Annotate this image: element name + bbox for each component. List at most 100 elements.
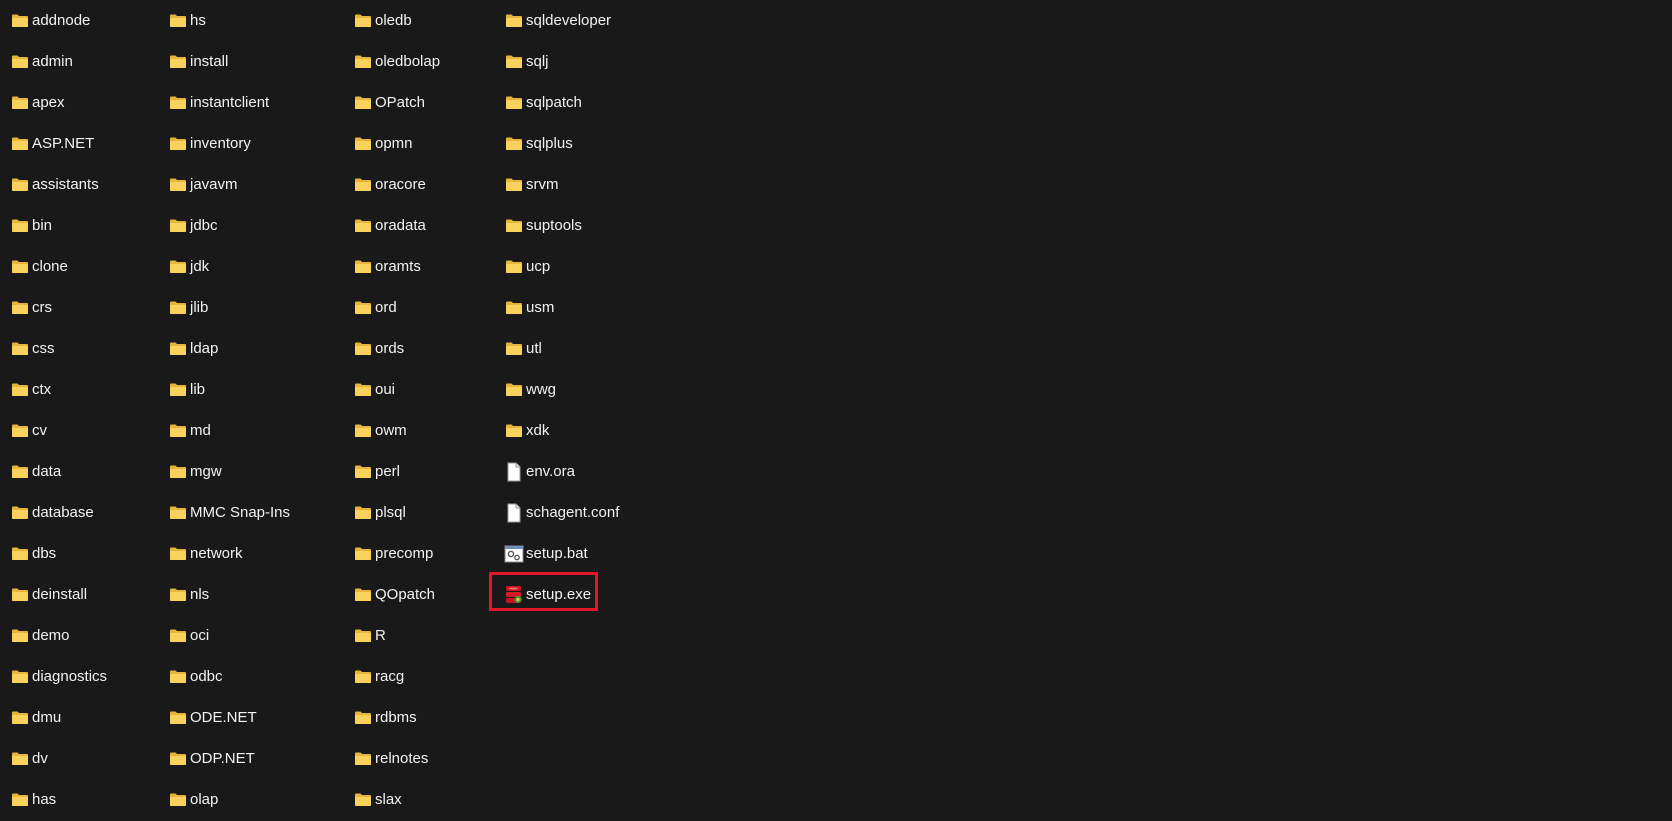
file-item-hs[interactable]: hs (168, 0, 206, 41)
file-item-addnode[interactable]: addnode (10, 0, 90, 41)
file-item-diagnostics[interactable]: diagnostics (10, 656, 107, 697)
file-item-data[interactable]: data (10, 451, 61, 492)
file-item-admin[interactable]: admin (10, 41, 73, 82)
file-item-label: ODE.NET (190, 708, 257, 726)
file-item-plsql[interactable]: plsql (353, 492, 406, 533)
file-item-srvm[interactable]: srvm (504, 164, 559, 205)
file-item-racg[interactable]: racg (353, 656, 404, 697)
file-item-jdbc[interactable]: jdbc (168, 205, 218, 246)
file-item-oledbolap[interactable]: oledbolap (353, 41, 440, 82)
file-item-lib[interactable]: lib (168, 369, 205, 410)
folder-icon (353, 749, 373, 769)
file-item-crs[interactable]: crs (10, 287, 52, 328)
file-item-clone[interactable]: clone (10, 246, 68, 287)
file-item-deinstall[interactable]: deinstall (10, 574, 87, 615)
file-item-opatch[interactable]: OPatch (353, 82, 425, 123)
file-item-schagent-conf[interactable]: schagent.conf (504, 492, 619, 533)
file-item-cv[interactable]: cv (10, 410, 47, 451)
folder-icon (10, 421, 30, 441)
folder-icon (168, 134, 188, 154)
file-item-assistants[interactable]: assistants (10, 164, 99, 205)
file-item-network[interactable]: network (168, 533, 243, 574)
file-item-label: bin (32, 216, 53, 234)
file-item-ctx[interactable]: ctx (10, 369, 51, 410)
folder-icon (168, 462, 188, 482)
file-item-nls[interactable]: nls (168, 574, 209, 615)
file-item-r[interactable]: R (353, 615, 386, 656)
file-item-rdbms[interactable]: rdbms (353, 697, 417, 738)
file-item-oradata[interactable]: oradata (353, 205, 426, 246)
file-item-label: instantclient (190, 93, 270, 111)
file-item-oledb[interactable]: oledb (353, 0, 412, 41)
file-item-label: R (375, 626, 386, 644)
folder-icon (504, 11, 524, 31)
file-item-owm[interactable]: owm (353, 410, 407, 451)
file-item-label: oledb (375, 11, 412, 29)
file-item-bin[interactable]: bin (10, 205, 52, 246)
folder-icon (353, 298, 373, 318)
file-item-instantclient[interactable]: instantclient (168, 82, 269, 123)
file-item-oci[interactable]: oci (168, 615, 209, 656)
file-item-dbs[interactable]: dbs (10, 533, 56, 574)
file-item-relnotes[interactable]: relnotes (353, 738, 428, 779)
folder-icon (10, 93, 30, 113)
file-item-label: lib (190, 380, 206, 398)
file-item-label: sqlplus (526, 134, 573, 152)
file-item-suptools[interactable]: suptools (504, 205, 582, 246)
file-item-perl[interactable]: perl (353, 451, 400, 492)
file-item-javavm[interactable]: javavm (168, 164, 238, 205)
file-item-install[interactable]: install (168, 41, 228, 82)
file-item-odbc[interactable]: odbc (168, 656, 223, 697)
folder-icon (168, 52, 188, 72)
file-item-dmu[interactable]: dmu (10, 697, 61, 738)
file-item-ode-net[interactable]: ODE.NET (168, 697, 257, 738)
file-item-jdk[interactable]: jdk (168, 246, 209, 287)
file-item-mgw[interactable]: mgw (168, 451, 222, 492)
file-item-database[interactable]: database (10, 492, 94, 533)
file-item-oracore[interactable]: oracore (353, 164, 426, 205)
file-item-oui[interactable]: oui (353, 369, 395, 410)
file-item-md[interactable]: md (168, 410, 211, 451)
file-item-label: nls (190, 585, 210, 603)
file-item-dv[interactable]: dv (10, 738, 48, 779)
file-item-ldap[interactable]: ldap (168, 328, 218, 369)
file-item-inventory[interactable]: inventory (168, 123, 251, 164)
folder-icon (353, 11, 373, 31)
file-item-sqlpatch[interactable]: sqlpatch (504, 82, 582, 123)
file-item-oramts[interactable]: oramts (353, 246, 421, 287)
folder-icon (353, 257, 373, 277)
file-item-qopatch[interactable]: QOpatch (353, 574, 435, 615)
file-item-label: oci (190, 626, 210, 644)
file-item-setup-bat[interactable]: setup.bat (504, 533, 588, 574)
file-item-opmn[interactable]: opmn (353, 123, 413, 164)
file-item-slax[interactable]: slax (353, 779, 402, 820)
file-item-mmc-snap-ins[interactable]: MMC Snap-Ins (168, 492, 290, 533)
file-item-apex[interactable]: apex (10, 82, 65, 123)
file-item-utl[interactable]: utl (504, 328, 542, 369)
file-item-label: setup.bat (526, 544, 588, 562)
file-item-css[interactable]: css (10, 328, 55, 369)
file-item-has[interactable]: has (10, 779, 56, 820)
file-item-sqlj[interactable]: sqlj (504, 41, 549, 82)
file-item-ords[interactable]: ords (353, 328, 404, 369)
file-item-label: plsql (375, 503, 406, 521)
file-item-label: ords (375, 339, 405, 357)
file-item-label: oracore (375, 175, 426, 193)
file-item-env-ora[interactable]: env.ora (504, 451, 575, 492)
file-item-precomp[interactable]: precomp (353, 533, 433, 574)
file-item-asp-net[interactable]: ASP.NET (10, 123, 94, 164)
file-item-demo[interactable]: demo (10, 615, 70, 656)
file-item-jlib[interactable]: jlib (168, 287, 208, 328)
file-item-xdk[interactable]: xdk (504, 410, 549, 451)
file-item-usm[interactable]: usm (504, 287, 554, 328)
file-item-ord[interactable]: ord (353, 287, 397, 328)
file-item-sqlplus[interactable]: sqlplus (504, 123, 573, 164)
file-item-ucp[interactable]: ucp (504, 246, 550, 287)
folder-icon (10, 708, 30, 728)
file-item-wwg[interactable]: wwg (504, 369, 556, 410)
folder-icon (504, 216, 524, 236)
file-item-label: md (190, 421, 211, 439)
file-item-olap[interactable]: olap (168, 779, 218, 820)
file-item-odp-net[interactable]: ODP.NET (168, 738, 255, 779)
file-item-sqldeveloper[interactable]: sqldeveloper (504, 0, 611, 41)
